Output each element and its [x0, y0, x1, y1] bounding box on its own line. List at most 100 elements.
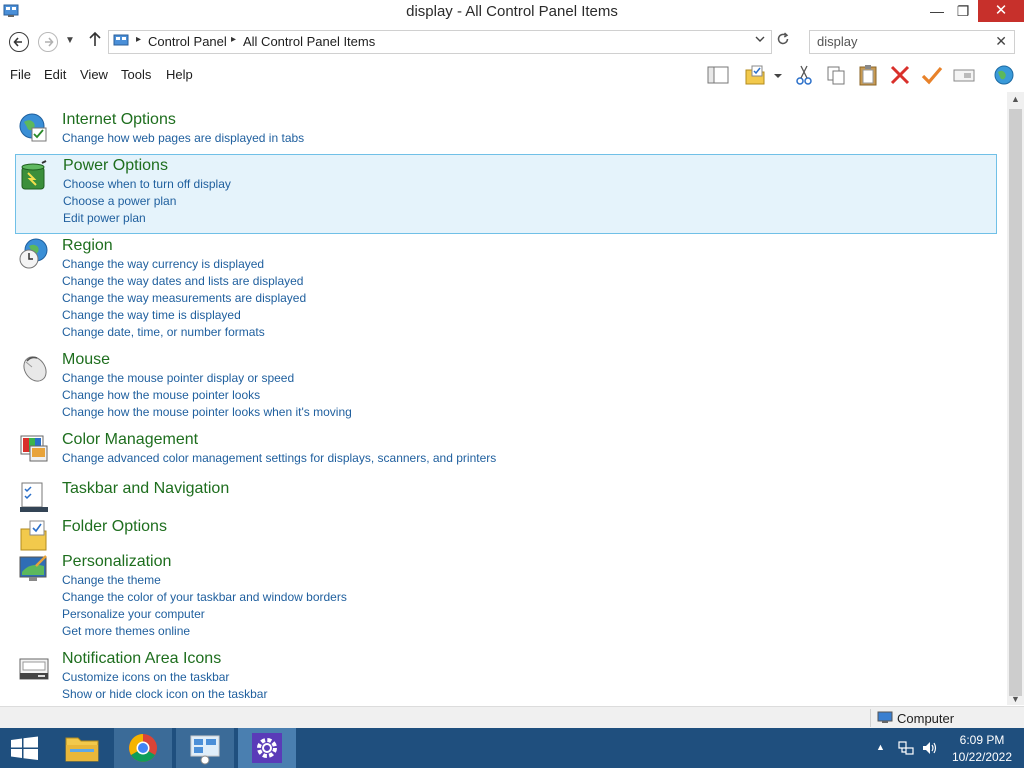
forward-button[interactable]: [38, 32, 58, 52]
menu-file[interactable]: File: [10, 67, 31, 82]
result-mouse[interactable]: Mouse Change the mouse pointer display o…: [15, 346, 997, 422]
menu-tools[interactable]: Tools: [121, 67, 151, 82]
notification-area-icon: [19, 658, 49, 680]
personalization-icon: [19, 555, 47, 581]
delete-icon[interactable]: [888, 64, 912, 86]
globe-icon[interactable]: [992, 64, 1016, 86]
status-location-text: Computer: [897, 711, 955, 726]
result-notification-area-icons[interactable]: Notification Area Icons Customize icons …: [15, 645, 997, 705]
result-title[interactable]: Taskbar and Navigation: [62, 480, 229, 498]
task-link[interactable]: Change the mouse pointer display or spee…: [62, 371, 294, 385]
taskbar-settings[interactable]: [238, 728, 296, 768]
file-explorer-icon: [65, 737, 99, 762]
computer-icon: [877, 711, 893, 723]
volume-icon[interactable]: [921, 740, 939, 756]
internet-options-icon: [19, 113, 47, 142]
cut-icon[interactable]: [792, 64, 816, 86]
result-title[interactable]: Power Options: [63, 157, 168, 175]
control-panel-icon: [113, 34, 129, 46]
mouse-icon: [23, 356, 47, 382]
result-color-management[interactable]: Color Management Change advanced color m…: [15, 426, 997, 468]
search-input[interactable]: display ✕: [809, 30, 1015, 54]
taskbar-file-explorer[interactable]: [54, 728, 110, 768]
result-title[interactable]: Internet Options: [62, 111, 176, 129]
task-link[interactable]: Choose a power plan: [63, 194, 176, 208]
show-hidden-icons-button[interactable]: ▲: [876, 742, 885, 752]
task-link[interactable]: Change how the mouse pointer looks when …: [62, 405, 352, 419]
menu-help[interactable]: Help: [166, 67, 193, 82]
properties-icon[interactable]: [920, 64, 944, 86]
chevron-down-icon[interactable]: [755, 34, 765, 47]
address-bar[interactable]: ▸ Control Panel ▸ All Control Panel Item…: [108, 30, 772, 54]
breadcrumb-separator[interactable]: ▸: [136, 34, 141, 45]
power-options-icon: [21, 160, 47, 190]
rename-icon[interactable]: [952, 64, 976, 86]
results-list: Internet Options Change how web pages ar…: [0, 92, 1008, 705]
vertical-scrollbar[interactable]: ▲ ▼: [1007, 92, 1024, 705]
task-link[interactable]: Change the way time is displayed: [62, 308, 241, 322]
refresh-button[interactable]: [776, 32, 790, 50]
result-region[interactable]: Region Change the way currency is displa…: [15, 232, 997, 342]
gear-icon: [252, 733, 282, 763]
close-button[interactable]: ✕: [978, 0, 1024, 22]
task-link[interactable]: Get more themes online: [62, 624, 190, 638]
result-taskbar-navigation[interactable]: Taskbar and Navigation: [15, 475, 997, 512]
taskbar-control-panel[interactable]: [176, 728, 234, 768]
network-icon[interactable]: [898, 740, 914, 756]
result-title[interactable]: Region: [62, 237, 113, 255]
navigation-bar: ▼ ▸ Control Panel ▸ All Control Panel It…: [0, 27, 1024, 57]
search-value[interactable]: display: [817, 34, 857, 49]
up-button[interactable]: [88, 31, 102, 52]
result-title[interactable]: Folder Options: [62, 518, 167, 536]
folder-options-icon[interactable]: [744, 64, 768, 86]
result-title[interactable]: Notification Area Icons: [62, 650, 221, 668]
breadcrumb-control-panel[interactable]: Control Panel: [148, 34, 227, 49]
forward-arrow-icon: [45, 37, 54, 47]
layout-icon[interactable]: [706, 64, 730, 86]
task-link[interactable]: Change the way currency is displayed: [62, 257, 264, 271]
breadcrumb-all-items[interactable]: All Control Panel Items: [243, 34, 375, 49]
task-link[interactable]: Change the way measurements are displaye…: [62, 291, 306, 305]
maximize-button[interactable]: ❐: [948, 0, 978, 22]
task-link[interactable]: Change how web pages are displayed in ta…: [62, 131, 304, 145]
result-folder-options[interactable]: Folder Options: [15, 513, 997, 551]
menu-edit[interactable]: Edit: [44, 67, 66, 82]
task-link[interactable]: Change the color of your taskbar and win…: [62, 590, 347, 604]
breadcrumb-separator[interactable]: ▸: [231, 34, 236, 45]
task-link[interactable]: Change advanced color management setting…: [62, 451, 496, 465]
menu-view[interactable]: View: [80, 67, 108, 82]
task-link[interactable]: Change date, time, or number formats: [62, 325, 265, 339]
scroll-up-button[interactable]: ▲: [1011, 94, 1020, 104]
start-button[interactable]: [0, 728, 50, 768]
task-link[interactable]: Change how the mouse pointer looks: [62, 388, 260, 402]
clock-time[interactable]: 6:09 PM: [950, 733, 1014, 747]
back-button[interactable]: [9, 32, 29, 52]
result-internet-options[interactable]: Internet Options Change how web pages ar…: [15, 106, 997, 146]
result-title[interactable]: Color Management: [62, 431, 198, 449]
control-panel-icon: [190, 735, 220, 765]
result-title[interactable]: Mouse: [62, 351, 110, 369]
scrollbar-thumb[interactable]: [1009, 109, 1022, 696]
recent-locations-button[interactable]: ▼: [65, 35, 75, 46]
task-link[interactable]: Show or hide clock icon on the taskbar: [62, 687, 267, 701]
task-link[interactable]: Customize icons on the taskbar: [62, 670, 229, 684]
task-link[interactable]: Change the way dates and lists are displ…: [62, 274, 303, 288]
taskbar-chrome[interactable]: [114, 728, 172, 768]
clear-search-icon[interactable]: ✕: [995, 33, 1007, 50]
chevron-down-icon[interactable]: [771, 64, 785, 86]
status-bar: Computer: [0, 706, 1024, 729]
paste-icon[interactable]: [856, 64, 880, 86]
result-title[interactable]: Personalization: [62, 553, 171, 571]
up-arrow-icon: [89, 31, 101, 46]
task-link[interactable]: Choose when to turn off display: [63, 177, 231, 191]
refresh-icon: [777, 32, 789, 45]
copy-icon[interactable]: [824, 64, 848, 86]
scroll-down-button[interactable]: ▼: [1011, 694, 1020, 704]
result-power-options[interactable]: Power Options Choose when to turn off di…: [15, 154, 997, 234]
status-divider: [870, 709, 871, 727]
task-link[interactable]: Change the theme: [62, 573, 161, 587]
result-personalization[interactable]: Personalization Change the theme Change …: [15, 548, 997, 642]
task-link[interactable]: Personalize your computer: [62, 607, 205, 621]
clock-date[interactable]: 10/22/2022: [950, 750, 1014, 764]
task-link[interactable]: Edit power plan: [63, 211, 146, 225]
